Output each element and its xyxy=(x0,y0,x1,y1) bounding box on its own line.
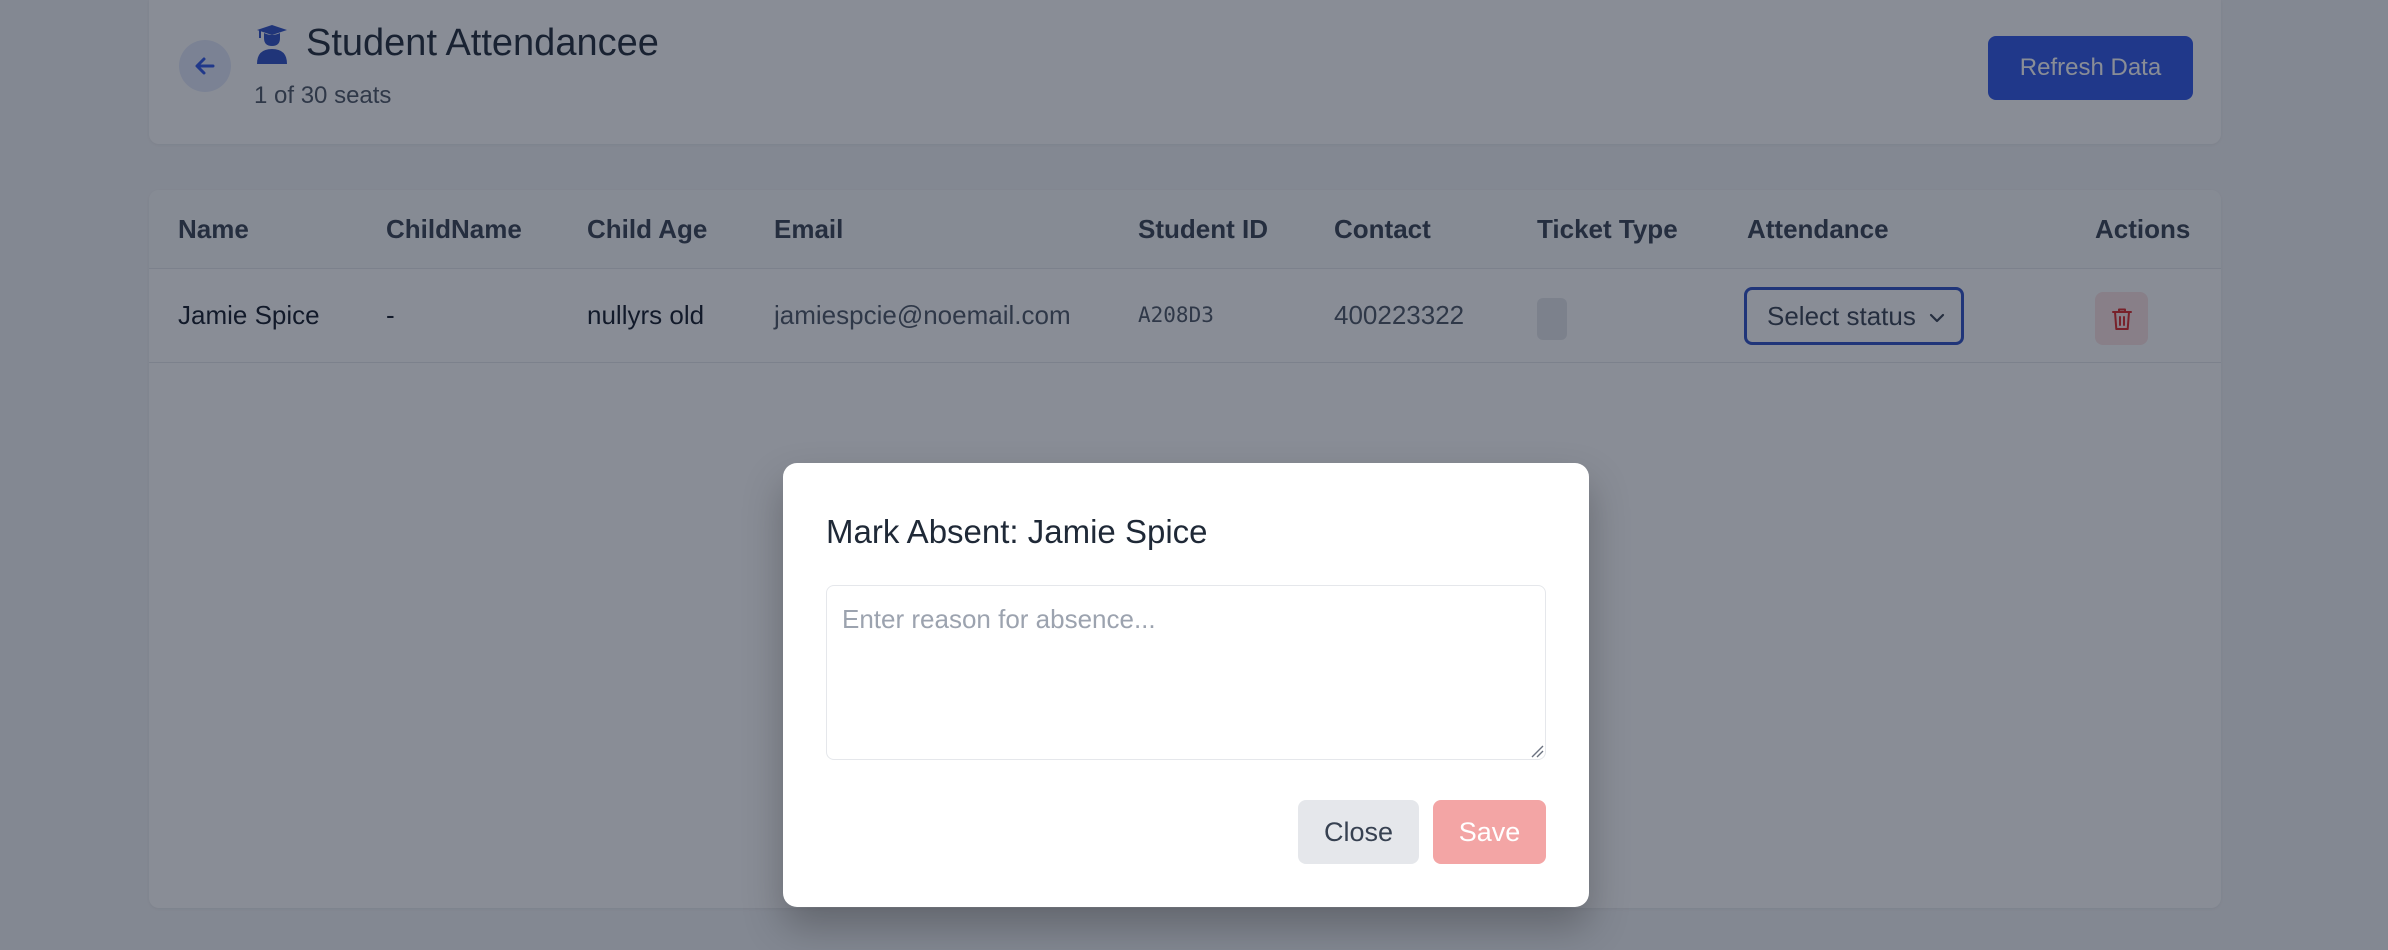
save-button[interactable]: Save xyxy=(1433,800,1546,864)
mark-absent-dialog: Mark Absent: Jamie Spice Enter reason fo… xyxy=(783,463,1589,907)
resize-grip-icon[interactable] xyxy=(1530,744,1544,758)
close-button[interactable]: Close xyxy=(1298,800,1419,864)
absence-reason-textarea[interactable]: Enter reason for absence... xyxy=(826,585,1546,760)
dialog-title: Mark Absent: Jamie Spice xyxy=(826,513,1208,550)
attendance-page: Student Attendancee 1 of 30 seats Refres… xyxy=(0,0,2388,950)
